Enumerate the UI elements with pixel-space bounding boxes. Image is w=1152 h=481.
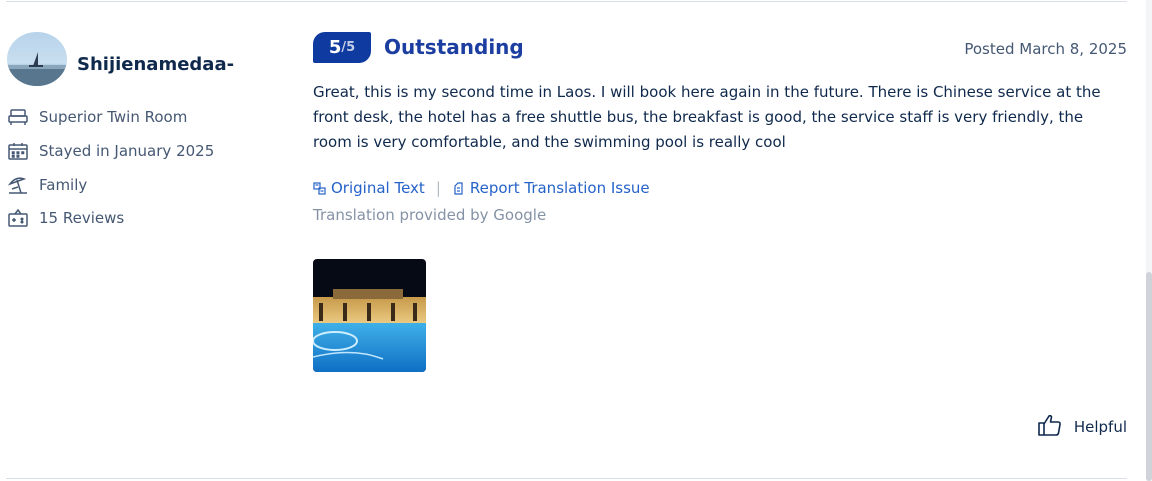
- top-divider: [6, 1, 1127, 2]
- room-type-row: Superior Twin Room: [7, 106, 187, 128]
- traveler-type-row: Family: [7, 174, 87, 196]
- original-text-label: Original Text: [331, 179, 425, 197]
- thumbs-up-icon: [1038, 414, 1062, 440]
- stay-date-row: Stayed in January 2025: [7, 140, 214, 162]
- reviews-icon: [7, 207, 29, 229]
- bed-icon: [7, 106, 29, 128]
- calendar-icon: [7, 140, 29, 162]
- report-icon: [452, 181, 465, 195]
- reviewer-name[interactable]: Shijienamedaa-: [77, 54, 234, 75]
- room-type-label: Superior Twin Room: [39, 108, 188, 126]
- original-text-link[interactable]: Original Text: [313, 179, 425, 197]
- posted-date: Posted March 8, 2025: [964, 40, 1127, 58]
- score-value: 5: [328, 37, 342, 58]
- bottom-divider: [6, 478, 1127, 479]
- translate-icon: [313, 181, 326, 195]
- helpful-button[interactable]: Helpful: [1038, 414, 1127, 440]
- report-translation-link[interactable]: Report Translation Issue: [452, 179, 650, 197]
- stay-date-label: Stayed in January 2025: [39, 142, 215, 160]
- translation-links: Original Text | Report Translation Issue: [313, 178, 650, 198]
- beach-umbrella-icon: [7, 174, 29, 196]
- review-count-label[interactable]: 15 Reviews: [39, 209, 124, 227]
- traveler-type-label: Family: [39, 176, 88, 194]
- translation-credit: Translation provided by Google: [313, 206, 547, 224]
- review-photo[interactable]: [313, 259, 426, 372]
- review-count-row: 15 Reviews: [7, 207, 124, 229]
- score-max: /5: [341, 40, 356, 55]
- rating-word: Outstanding: [384, 35, 524, 59]
- score-badge: 5/5: [313, 32, 371, 63]
- review-text: Great, this is my second time in Laos. I…: [313, 83, 1101, 151]
- scrollbar-thumb[interactable]: [1146, 272, 1152, 481]
- report-translation-label: Report Translation Issue: [469, 179, 650, 197]
- helpful-label: Helpful: [1073, 418, 1127, 436]
- reviewer-avatar: [7, 32, 67, 86]
- link-separator: |: [435, 179, 441, 197]
